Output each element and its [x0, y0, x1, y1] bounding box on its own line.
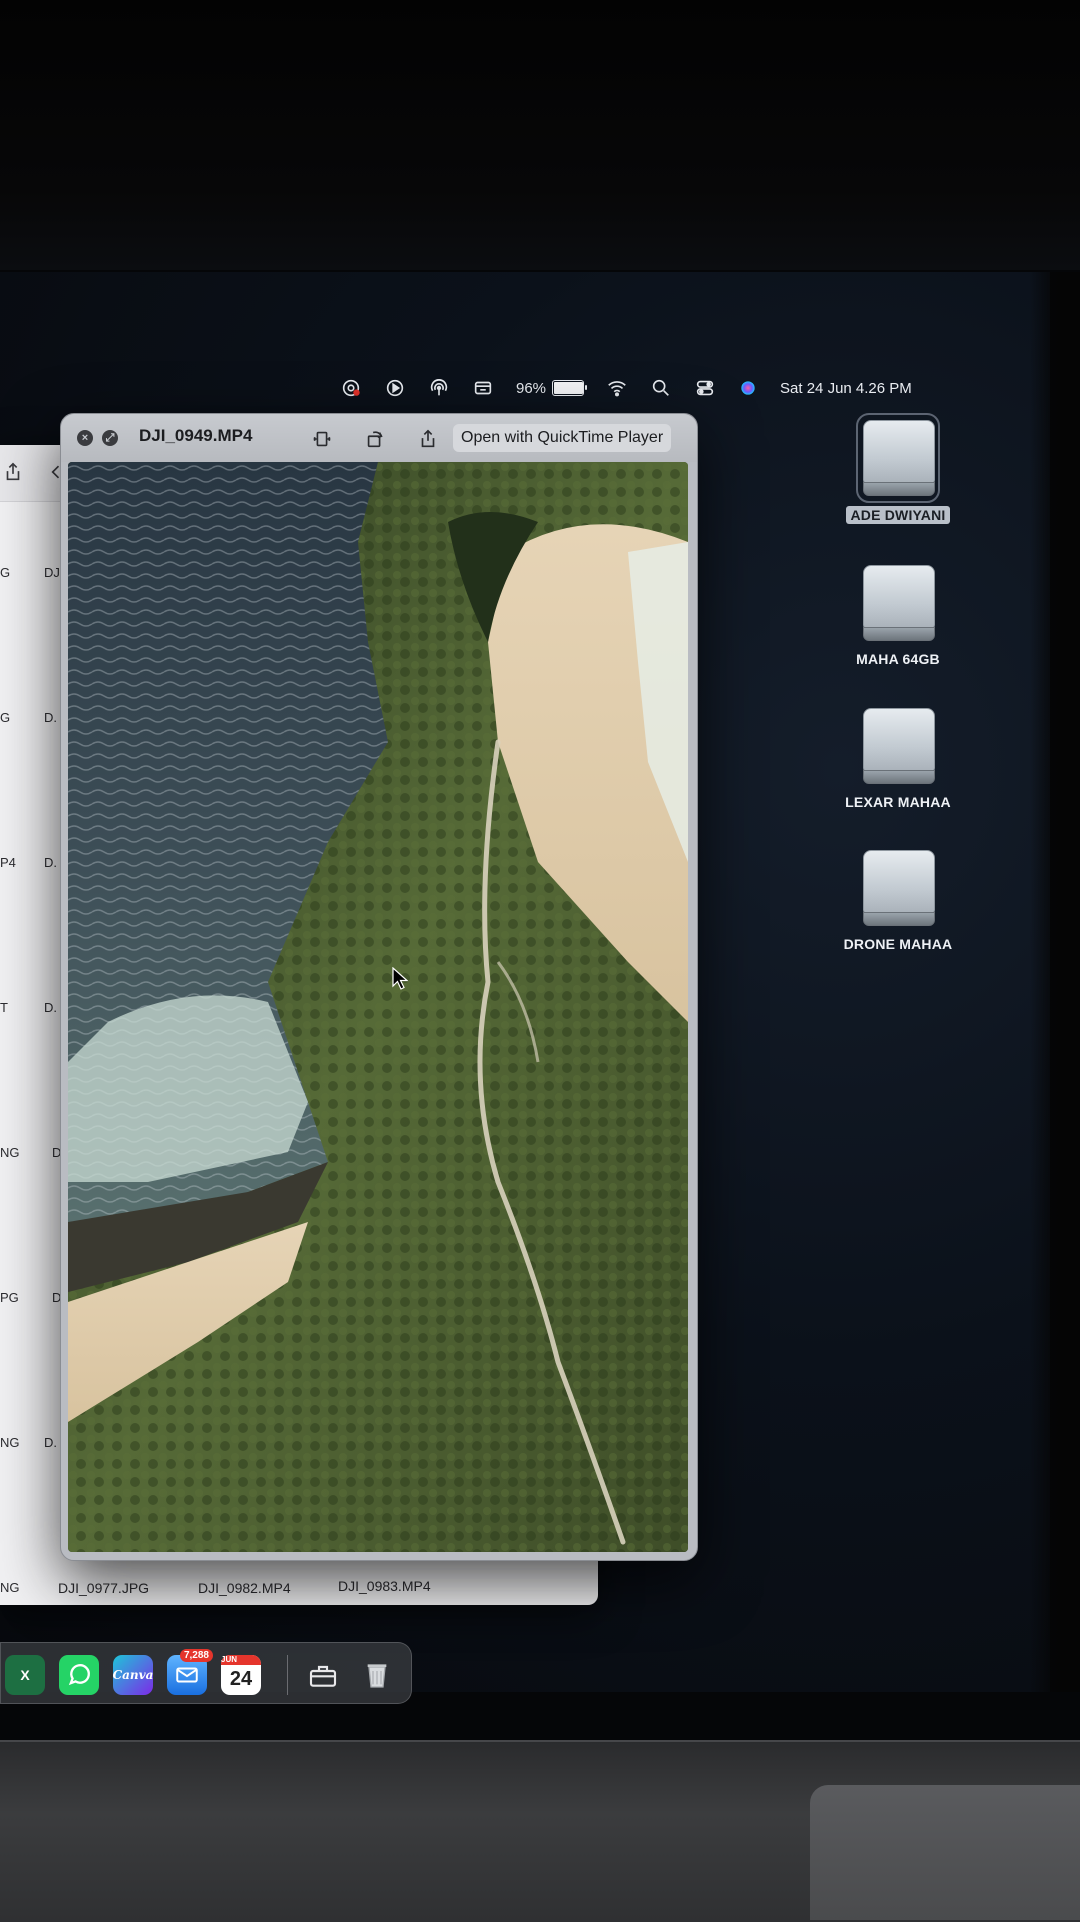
- siri-icon[interactable]: [738, 373, 758, 403]
- battery-icon: [552, 380, 588, 396]
- whatsapp-icon: [68, 1664, 90, 1686]
- file-label[interactable]: NG: [0, 1145, 20, 1160]
- external-drive-icon: [856, 413, 940, 503]
- toolbox-icon: [309, 1665, 337, 1687]
- drive-label: ADE DWIYANI: [846, 506, 950, 524]
- quicklook-file-title: DJI_0949.MP4: [139, 426, 253, 445]
- airdrop-icon[interactable]: [428, 373, 450, 403]
- menu-bar-clock[interactable]: Sat 24 Jun 4.26 PM: [780, 373, 912, 403]
- file-label[interactable]: G: [0, 565, 10, 580]
- file-label[interactable]: PG: [0, 1290, 19, 1305]
- wifi-icon[interactable]: [606, 373, 628, 403]
- file-label[interactable]: D.: [44, 710, 57, 725]
- dock-whatsapp[interactable]: [59, 1655, 99, 1695]
- share-icon[interactable]: [417, 428, 439, 450]
- dock-toolbox[interactable]: [303, 1655, 343, 1695]
- drive-drone-mahaa[interactable]: DRONE MAHAA: [833, 850, 963, 952]
- rotate-icon[interactable]: [364, 428, 386, 450]
- spotlight-search-icon[interactable]: [650, 373, 672, 403]
- share-icon[interactable]: [2, 461, 24, 483]
- dock-mail[interactable]: 7,288: [167, 1649, 213, 1695]
- drive-lexar-mahaa[interactable]: LEXAR MAHAA: [833, 708, 963, 810]
- control-center-icon[interactable]: [694, 373, 716, 403]
- file-label[interactable]: DJI_0983.MP4: [338, 1578, 431, 1594]
- mouse-pointer-icon: [392, 967, 409, 990]
- dock-calendar[interactable]: JUN 24: [221, 1655, 261, 1695]
- drive-label: LEXAR MAHAA: [845, 794, 951, 810]
- dock-canva[interactable]: Canva: [113, 1655, 153, 1695]
- quicklook-window[interactable]: × ⤢ DJI_0949.MP4 Open with QuickTime Pla…: [60, 413, 698, 1561]
- file-label[interactable]: DJI_0977.JPG: [58, 1580, 149, 1596]
- file-label[interactable]: T: [0, 1000, 8, 1015]
- file-label[interactable]: NG: [0, 1435, 20, 1450]
- dock: X Canva 7,288 JUN 24: [0, 1642, 412, 1704]
- file-label[interactable]: D.: [44, 1435, 57, 1450]
- file-label[interactable]: P4: [0, 855, 16, 870]
- file-label[interactable]: G: [0, 710, 10, 725]
- aerial-coast-image: [68, 462, 688, 1552]
- calendar-month: JUN: [221, 1655, 261, 1665]
- laptop-palm-rest: [810, 1785, 1080, 1920]
- fullscreen-icon[interactable]: ⤢: [102, 430, 118, 446]
- file-label[interactable]: DJI_0982.MP4: [198, 1580, 291, 1596]
- file-label[interactable]: D.: [44, 1000, 57, 1015]
- battery-percent: 96%: [516, 379, 547, 397]
- drive-label: MAHA 64GB: [856, 651, 940, 667]
- video-preview[interactable]: [68, 462, 688, 1552]
- dock-separator: [287, 1655, 288, 1695]
- canva-icon: Canva: [112, 1668, 154, 1682]
- trim-icon[interactable]: [311, 428, 333, 450]
- mail-icon: [176, 1667, 198, 1683]
- quicklook-titlebar: × ⤢ DJI_0949.MP4 Open with QuickTime Pla…: [61, 414, 697, 462]
- drive-maha-64gb[interactable]: MAHA 64GB: [833, 565, 963, 667]
- file-label[interactable]: D.: [44, 855, 57, 870]
- dock-trash[interactable]: [357, 1655, 397, 1695]
- display-icon[interactable]: [472, 373, 494, 403]
- external-drive-icon: [863, 565, 935, 641]
- screen-record-icon[interactable]: [340, 373, 362, 403]
- mail-unread-badge: 7,288: [179, 1649, 213, 1662]
- datetime-text: Sat 24 Jun 4.26 PM: [780, 379, 912, 397]
- external-drive-icon: [863, 850, 935, 926]
- close-icon[interactable]: ×: [77, 430, 93, 446]
- dock-excel[interactable]: X: [5, 1655, 45, 1695]
- laptop-bezel-top: [0, 0, 1080, 270]
- calendar-day: 24: [229, 1667, 253, 1690]
- menu-bar-status-area: 96% Sat 24 Jun 4.26 PM: [340, 368, 980, 408]
- open-with-quicktime-button[interactable]: Open with QuickTime Player: [453, 424, 672, 452]
- play-icon[interactable]: [384, 373, 406, 403]
- drive-label: DRONE MAHAA: [843, 936, 953, 952]
- screen-edge: [1030, 272, 1080, 1692]
- battery-status[interactable]: 96%: [516, 373, 588, 403]
- excel-icon: X: [20, 1667, 30, 1683]
- drive-ade-dwiyani[interactable]: ADE DWIYANI: [833, 413, 963, 525]
- file-label[interactable]: NG: [0, 1580, 20, 1595]
- trash-icon: [367, 1664, 387, 1688]
- external-drive-icon: [863, 708, 935, 784]
